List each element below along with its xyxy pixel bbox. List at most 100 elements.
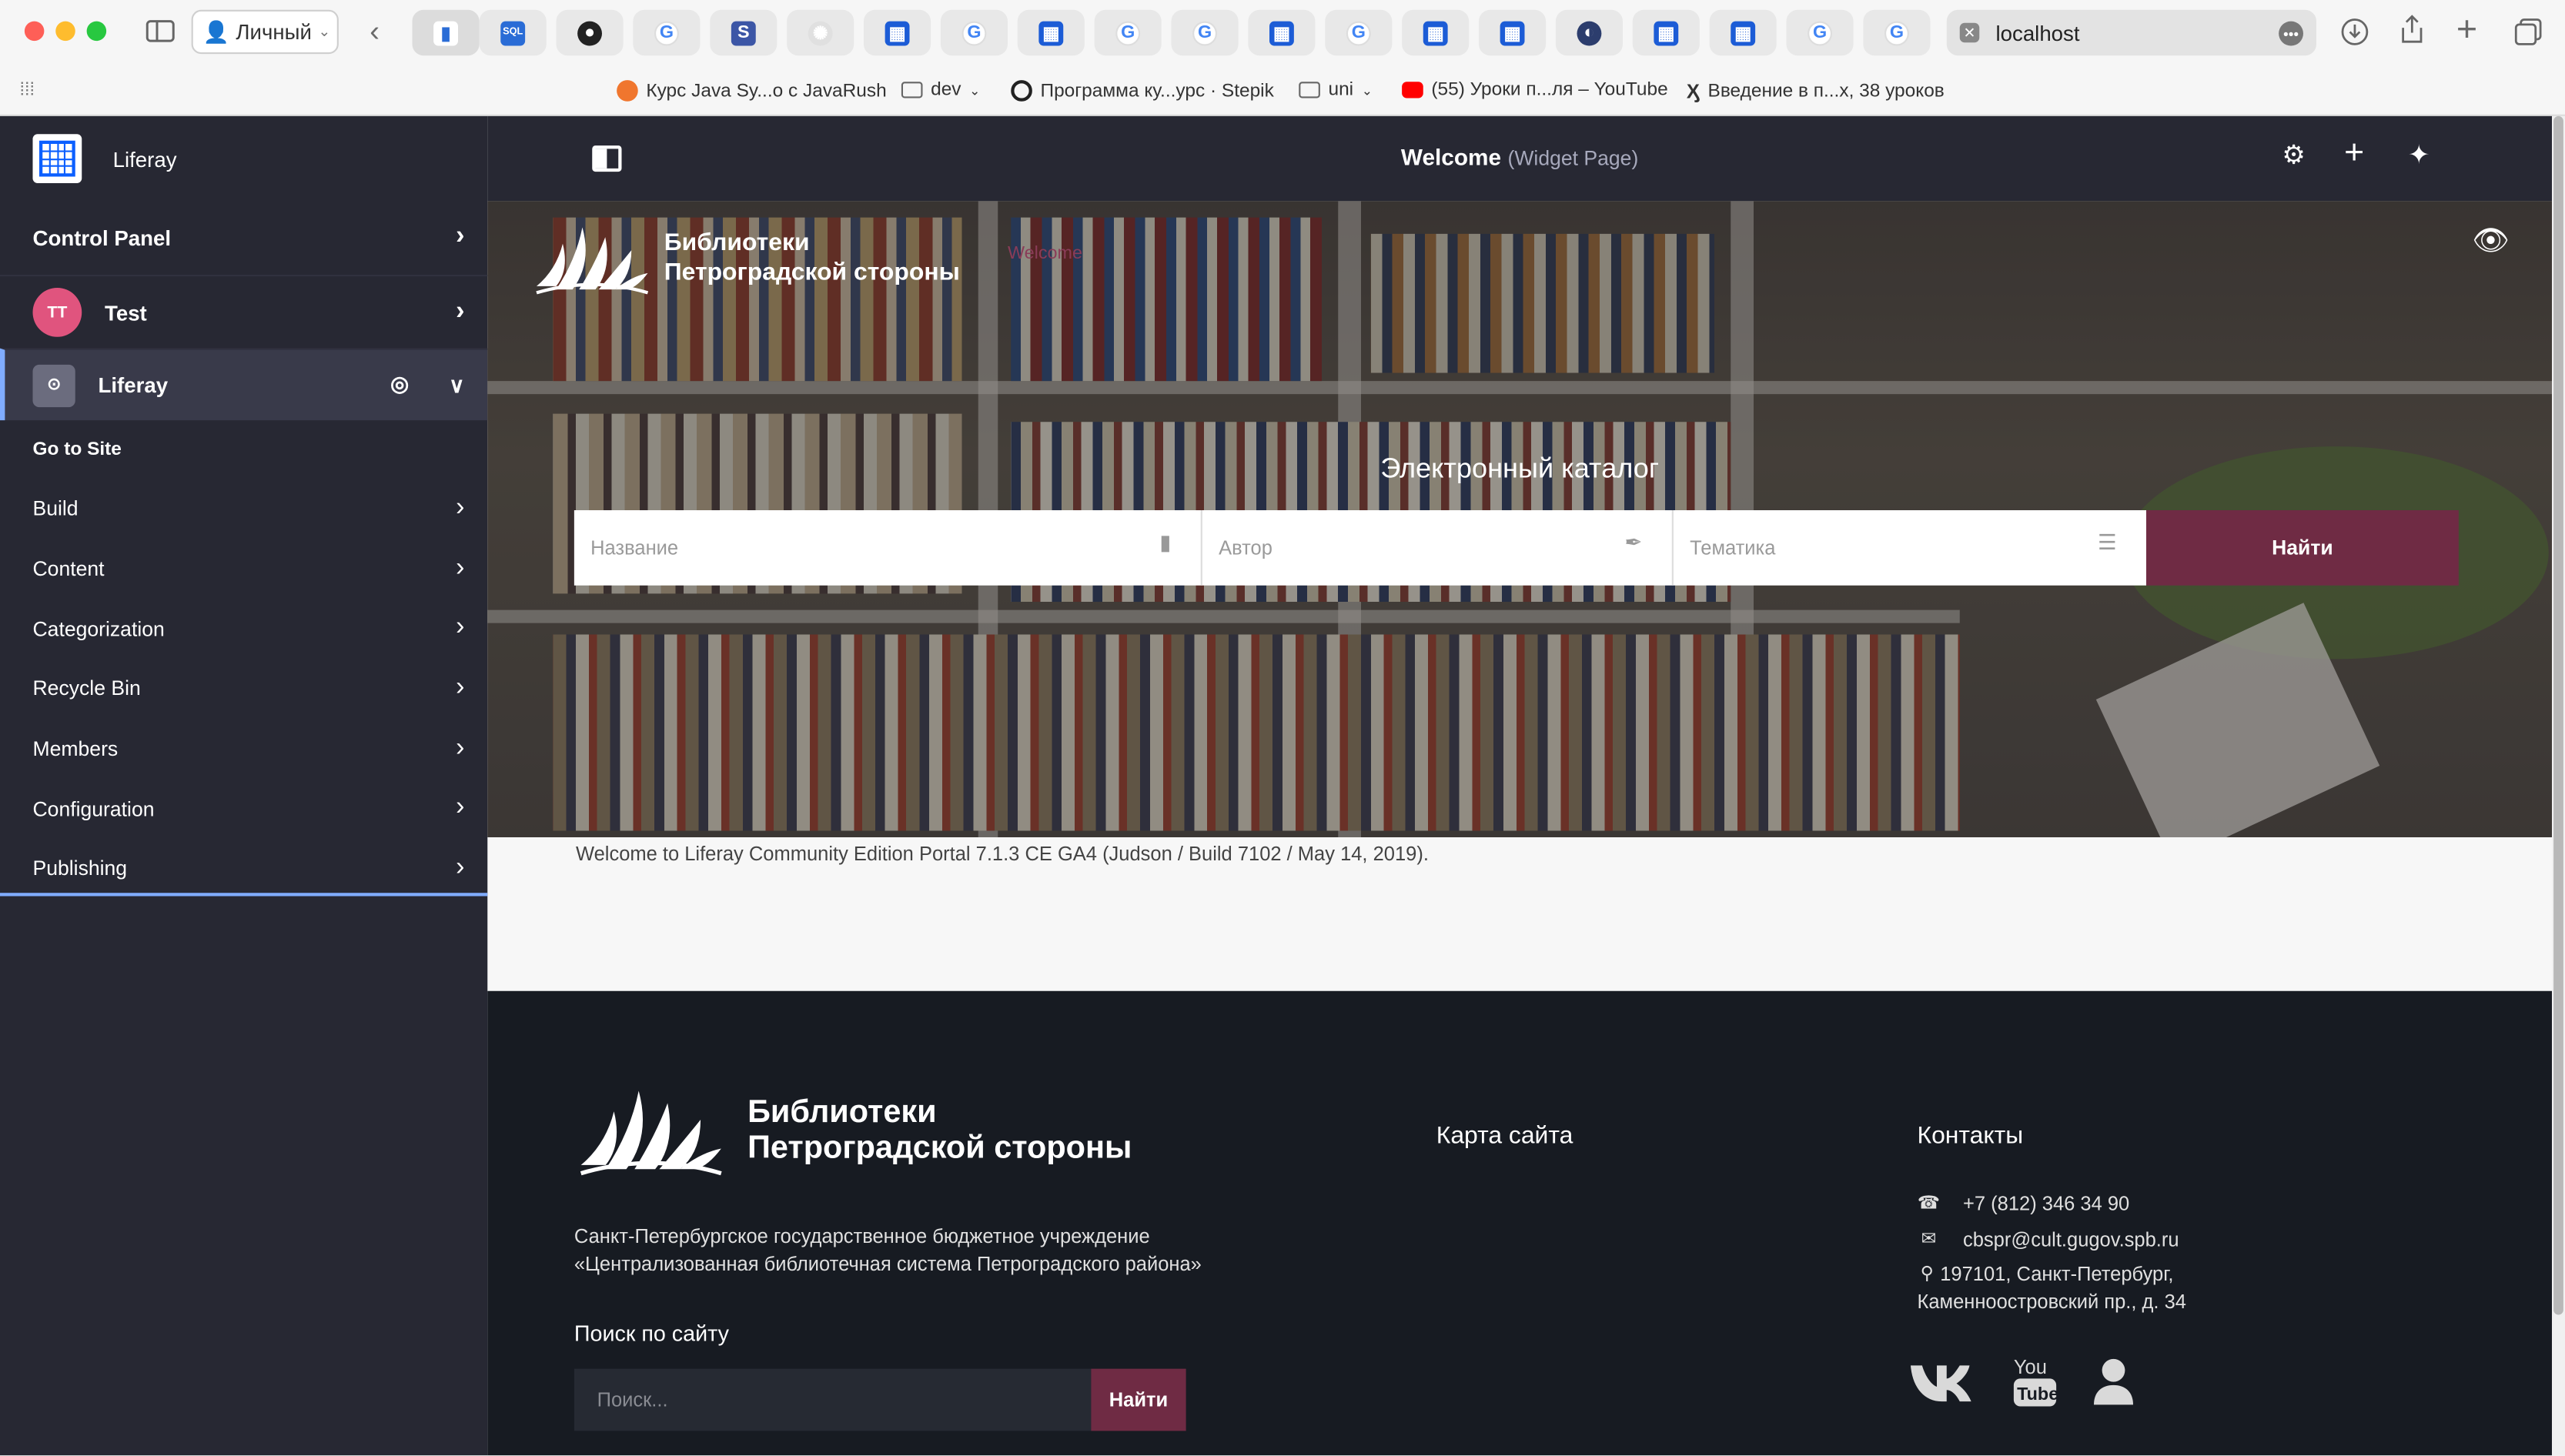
minimize-window-button[interactable]: [55, 21, 75, 42]
site-search-button[interactable]: Найти: [1091, 1368, 1186, 1431]
liferay-icon: ▦: [1038, 20, 1064, 45]
browser-tab[interactable]: G: [1171, 9, 1239, 56]
current-site-label: Liferay: [98, 372, 169, 398]
nav-welcome-link[interactable]: Welcome: [1008, 244, 1082, 264]
phone-text: +7 (812) 346 34 90: [1963, 1192, 2130, 1215]
stepik-icon: S: [731, 20, 756, 45]
site-search-form: Поиск... Найти: [574, 1368, 1186, 1431]
menu-item-publishing[interactable]: Publishing ›: [0, 839, 487, 899]
share-icon[interactable]: [2395, 13, 2428, 46]
site-name: Liferay: [112, 146, 177, 172]
contact-email[interactable]: ✉ cbspr@cult.gugov.spb.ru: [1918, 1227, 2179, 1254]
browser-tab[interactable]: ▦: [1709, 9, 1777, 56]
title-search-input[interactable]: Название ▮: [574, 510, 1202, 586]
bookmark-item[interactable]: (55) Уроки п...ля – YouTube: [1402, 80, 1668, 100]
topic-placeholder: Тематика: [1690, 536, 1776, 559]
browser-tab[interactable]: S: [710, 9, 778, 56]
browser-tab[interactable]: ▮: [412, 9, 480, 56]
browser-tab[interactable]: ▦: [864, 9, 931, 56]
bookmark-folder-dev[interactable]: dev ⌄: [901, 80, 980, 100]
map-pin-icon: ⚲: [1920, 1264, 1934, 1284]
liferay-icon: ▦: [1500, 20, 1525, 45]
menu-item-categorization[interactable]: Categorization ›: [0, 599, 487, 660]
sitemap-title: Карта сайта: [1436, 1121, 1573, 1150]
bookmark-item[interactable]: Курс Java Sy...о с JavaRush: [617, 80, 887, 102]
browser-tab[interactable]: G: [1786, 9, 1854, 56]
download-icon[interactable]: [2338, 15, 2371, 48]
browser-tab[interactable]: ▦: [1402, 9, 1470, 56]
browser-tab[interactable]: G: [1094, 9, 1162, 56]
javarush-icon: [617, 80, 638, 102]
address-line-1: 197101, Санкт-Петербург,: [1940, 1262, 2174, 1286]
profile-switcher[interactable]: 👤 Личный ⌄: [191, 9, 339, 55]
close-window-button[interactable]: [24, 21, 45, 42]
menu-item-build[interactable]: Build ›: [0, 479, 487, 539]
compass-icon[interactable]: ◎: [390, 371, 409, 397]
user-row[interactable]: TT Test ›: [0, 275, 488, 349]
menu-item-label: Build: [32, 497, 79, 521]
more-icon[interactable]: •••: [2279, 21, 2303, 46]
bookmark-item[interactable]: Ӽ Введение в п...х, 38 уроков: [1687, 80, 1945, 103]
menu-item-recycle-bin[interactable]: Recycle Bin ›: [0, 660, 487, 720]
google-icon: G: [961, 20, 987, 45]
browser-tab[interactable]: ▦: [1017, 9, 1085, 56]
zoom-window-button[interactable]: [86, 21, 107, 42]
apps-grid-icon[interactable]: ⁞⁞⁞: [20, 80, 35, 100]
feather-icon: ✺: [808, 20, 833, 45]
current-site-row[interactable]: ⊙ Liferay ◎ ∨: [0, 348, 488, 421]
bookmark-item[interactable]: Программа ку...урс · Stepik: [1011, 80, 1274, 102]
plus-icon[interactable]: +: [2344, 134, 2364, 173]
liferay-icon: ▦: [1423, 20, 1448, 45]
vk-icon[interactable]: [1908, 1359, 1976, 1413]
feather-icon: ✒: [1624, 529, 1643, 555]
tab-overview-icon[interactable]: [2511, 15, 2544, 48]
catalog-search-form: Название ▮ Автор ✒ Тематика ☰ Найти: [574, 510, 2459, 586]
avatar: TT: [32, 288, 82, 337]
go-to-site-link[interactable]: Go to Site: [0, 420, 487, 479]
sidebar-toggle-icon[interactable]: [144, 16, 177, 45]
browser-tab[interactable]: G: [940, 9, 1008, 56]
user-name: Test: [105, 299, 147, 325]
page-title: Welcome (Widget Page): [487, 144, 2552, 170]
user-icon[interactable]: [2091, 1357, 2137, 1414]
menu-item-label: Members: [32, 737, 119, 761]
phone-icon: ☎: [1917, 1194, 1940, 1214]
page-scrollbar[interactable]: [2552, 115, 2565, 1456]
menu-item-content[interactable]: Content ›: [0, 539, 487, 599]
chevron-right-icon: ›: [456, 222, 465, 251]
browser-tab[interactable]: G: [1325, 9, 1393, 56]
bookmarks-bar: ⁞⁞⁞ Курс Java Sy...о с JavaRush dev ⌄ Про…: [0, 72, 2565, 115]
address-bar[interactable]: ✕ localhost •••: [1946, 9, 2316, 56]
back-icon[interactable]: ‹: [360, 14, 390, 48]
bookmark-folder-uni[interactable]: uni ⌄: [1299, 80, 1373, 100]
menu-item-label: Publishing: [32, 857, 128, 881]
menu-item-members[interactable]: Members ›: [0, 719, 487, 779]
google-icon: G: [1192, 20, 1217, 45]
browser-tab[interactable]: G: [633, 9, 701, 56]
library-logo: Библиотеки Петроградской стороны: [533, 221, 960, 296]
liferay-icon: ▦: [1654, 20, 1679, 45]
gear-icon[interactable]: ⚙: [2282, 139, 2305, 172]
browser-tab[interactable]: ▦: [1632, 9, 1700, 56]
browser-tab[interactable]: SQL: [479, 9, 547, 56]
page-type-label: (Widget Page): [1507, 147, 1639, 170]
browser-tab[interactable]: ▦: [1248, 9, 1316, 56]
scrollbar-thumb[interactable]: [2553, 115, 2563, 1315]
browser-tab[interactable]: G: [1863, 9, 1931, 56]
eye-icon[interactable]: 👁: [2472, 224, 2510, 259]
control-panel-row[interactable]: Control Panel ›: [0, 201, 487, 275]
go-to-site-label: Go to Site: [32, 439, 122, 460]
youtube-icon[interactable]: You Tube: [2012, 1354, 2058, 1418]
menu-item-configuration[interactable]: Configuration ›: [0, 779, 487, 839]
author-search-input[interactable]: Автор ✒: [1202, 510, 1674, 586]
new-tab-icon[interactable]: +: [2450, 8, 2483, 49]
catalog-search-button[interactable]: Найти: [2146, 510, 2459, 586]
browser-tab[interactable]: ●: [556, 9, 624, 56]
simulation-icon[interactable]: ✦: [2408, 139, 2430, 172]
topic-search-input[interactable]: Тематика ☰: [1673, 510, 2146, 586]
browser-tab[interactable]: ✺: [787, 9, 854, 56]
browser-tab[interactable]: ◐: [1555, 9, 1623, 56]
browser-tab[interactable]: ▦: [1479, 9, 1547, 56]
site-search-input[interactable]: Поиск...: [574, 1368, 1092, 1431]
site-footer: Библиотеки Петроградской стороны Санкт-Пе…: [487, 990, 2552, 1456]
